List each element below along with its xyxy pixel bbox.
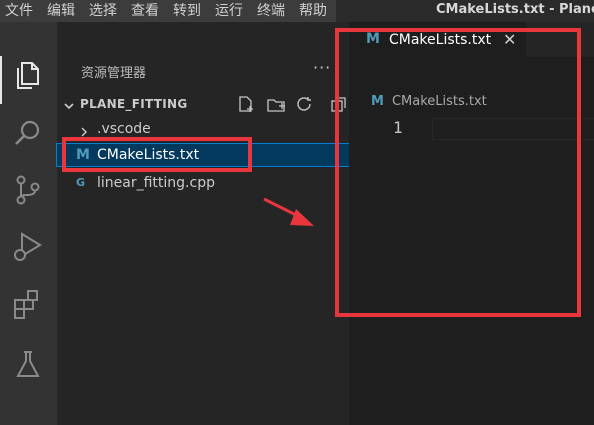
more-actions-button[interactable]: ··· — [313, 58, 331, 77]
folder-actions — [237, 95, 349, 117]
menu-help[interactable]: 帮助 — [299, 3, 327, 19]
tree-item-label: linear_fitting.cpp — [97, 175, 215, 191]
annotation-box-editor — [335, 28, 581, 317]
menu-file[interactable]: 文件 — [5, 3, 33, 19]
search-icon[interactable] — [10, 116, 46, 152]
menu-edit[interactable]: 编辑 — [47, 3, 75, 19]
new-file-icon — [239, 96, 253, 112]
source-control-icon[interactable] — [10, 172, 46, 208]
window-title: CMakeLists.txt - Plane — [436, 2, 594, 17]
tree-item-linear-fitting[interactable]: G linear_fitting.cpp — [57, 172, 349, 194]
annotation-arrow-icon — [263, 197, 314, 226]
menu-bar: 文件 编辑 选择 查看 转到 运行 终端 帮助 CMakeLists.txt -… — [0, 0, 594, 22]
menu-view[interactable]: 查看 — [131, 3, 159, 19]
menu-selection[interactable]: 选择 — [89, 3, 117, 19]
menu-go[interactable]: 转到 — [173, 3, 201, 19]
menu-terminal[interactable]: 终端 — [257, 3, 285, 19]
testing-icon[interactable] — [10, 346, 46, 382]
new-folder-icon — [267, 99, 285, 112]
run-debug-icon[interactable] — [10, 228, 46, 264]
workspace-folder-name: PLANE_FITTING — [80, 97, 188, 111]
menu-run[interactable]: 运行 — [215, 3, 243, 19]
active-indicator — [0, 56, 2, 104]
cpp-file-icon: G — [76, 176, 86, 189]
workspace-folder-header[interactable]: PLANE_FITTING — [57, 94, 349, 114]
annotation-box-file — [62, 137, 252, 172]
refresh-icon — [297, 97, 311, 111]
explorer-title: 资源管理器 — [81, 66, 147, 81]
activity-bar — [0, 22, 57, 425]
extensions-icon[interactable] — [10, 288, 46, 324]
chevron-down-icon — [63, 97, 75, 116]
explorer-icon[interactable] — [10, 58, 46, 94]
